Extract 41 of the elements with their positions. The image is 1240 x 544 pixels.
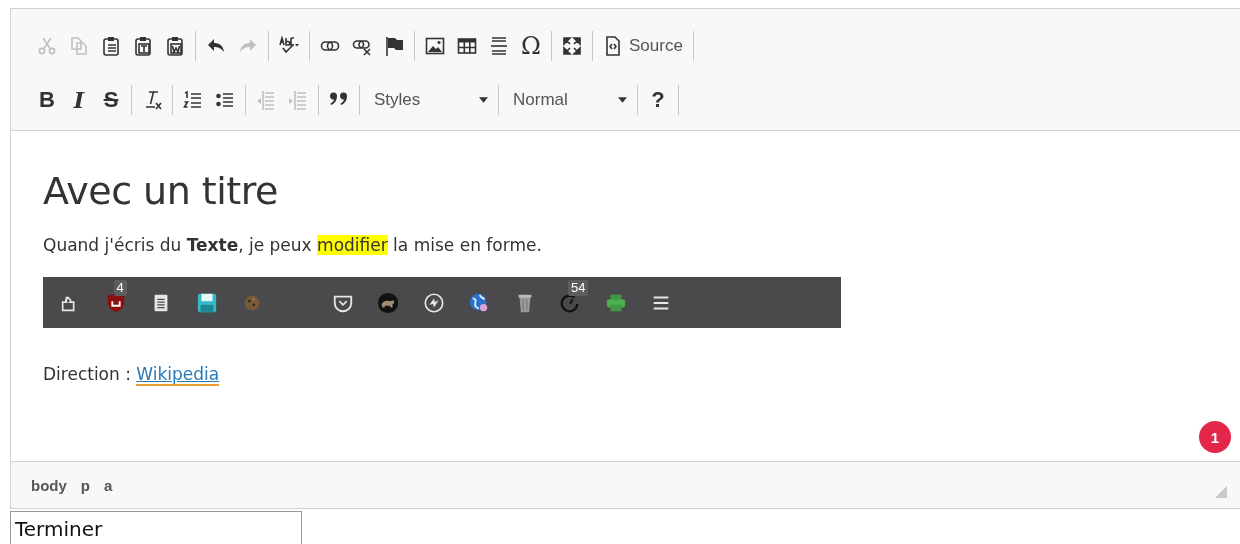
paragraph: Quand j'écris du Texte, je peux modifier la mise en forme. (43, 235, 543, 255)
bulleted-list-icon (215, 90, 235, 110)
scissors-icon (37, 36, 57, 56)
image-icon (425, 36, 445, 56)
copy-icon (69, 36, 89, 56)
horizontal-line-icon (489, 36, 509, 56)
clipboard-word-icon (165, 36, 185, 56)
special-character-button[interactable]: Ω (516, 31, 546, 61)
count-badge: 54 (568, 279, 589, 296)
notification-badge: 1 (1199, 421, 1231, 453)
flag-icon (384, 36, 404, 56)
maximize-icon (562, 36, 582, 56)
resize-grip-icon[interactable] (1215, 486, 1227, 498)
format-dropdown[interactable]: Styles (364, 86, 494, 114)
element-path-item[interactable]: p (80, 476, 90, 494)
sync-icon (422, 291, 445, 314)
input-field[interactable]: Terminer (10, 511, 302, 544)
help-button[interactable]: ? (643, 85, 673, 115)
clipboard-icon (101, 36, 121, 56)
indent-icon (288, 90, 308, 110)
count-badge: 4 (113, 279, 127, 296)
wikipedia-link[interactable]: Wikipedia (136, 364, 220, 386)
table-icon (457, 36, 477, 56)
element-path-item[interactable]: a (104, 476, 113, 494)
source-button[interactable]: Source (598, 32, 688, 60)
spellcheck-icon (279, 36, 299, 56)
numbered-list-icon (183, 90, 203, 110)
heading: Avec un titre (43, 169, 279, 213)
direction-label: Direction : (43, 364, 132, 384)
italic-button[interactable]: I (64, 85, 94, 115)
outdent-icon (256, 90, 276, 110)
code-file-icon (603, 36, 623, 56)
bold-button[interactable]: B (32, 85, 62, 115)
element-path-item[interactable]: body (31, 476, 67, 494)
caret-icon (618, 97, 627, 103)
clipboard-text-icon (133, 36, 153, 56)
format-dropdown[interactable]: Normal (503, 86, 633, 114)
bear-icon (377, 291, 399, 314)
strikethrough-button[interactable]: S (96, 85, 126, 115)
globe-icon (468, 291, 490, 314)
caret-icon (479, 97, 488, 103)
